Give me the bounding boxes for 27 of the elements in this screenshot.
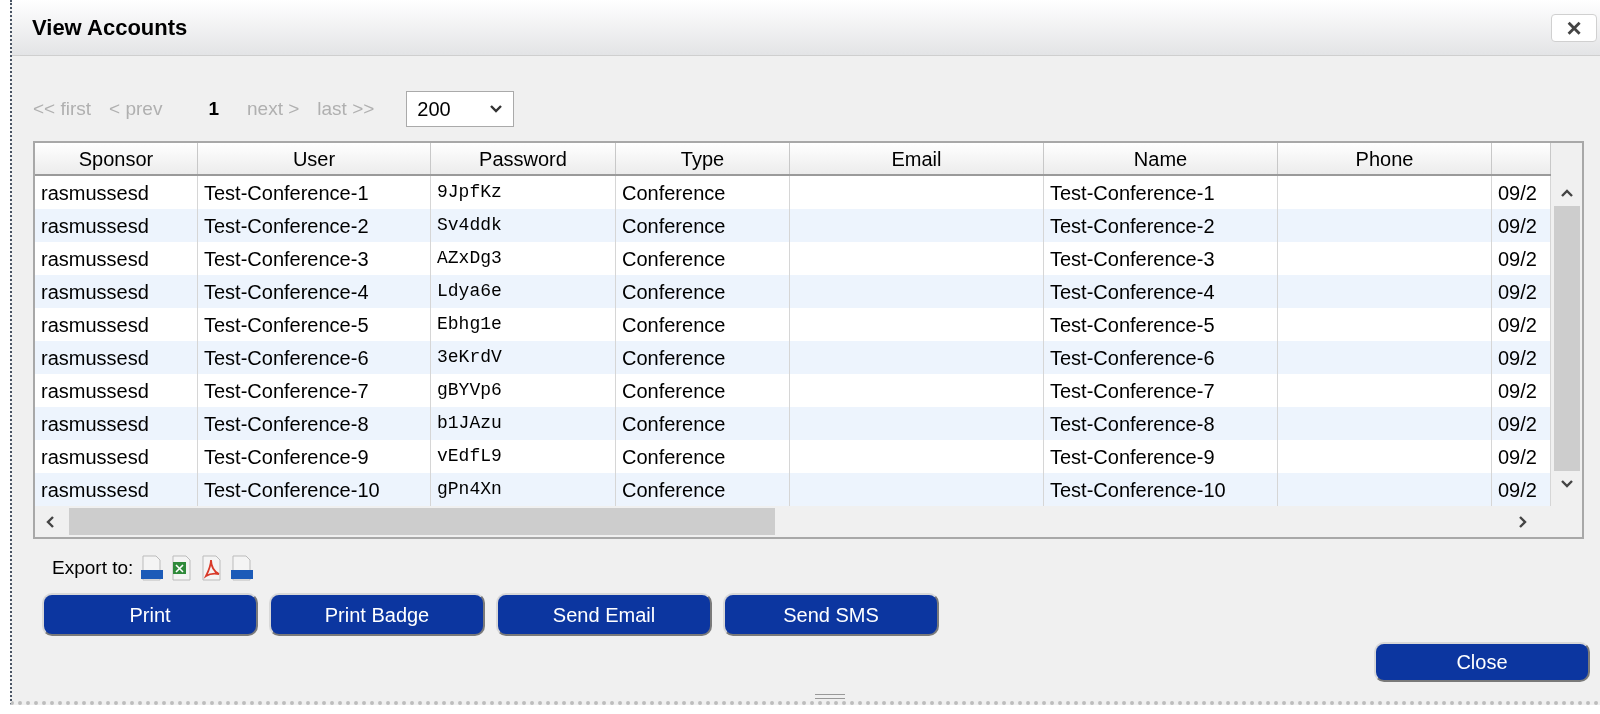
column-header[interactable]: Email — [790, 143, 1044, 174]
window-title: View Accounts — [32, 14, 188, 42]
column-header[interactable]: Password — [431, 143, 616, 174]
action-button[interactable]: Send SMS — [723, 593, 939, 636]
action-button[interactable]: Print — [42, 593, 258, 636]
export-label: Export to: — [52, 555, 134, 580]
action-button[interactable]: Send Email — [496, 593, 712, 636]
scroll-left-icon[interactable] — [45, 514, 55, 529]
column-header[interactable]: Type — [616, 143, 790, 174]
scroll-up-icon[interactable] — [1559, 188, 1574, 198]
column-header[interactable]: Name — [1044, 143, 1278, 174]
page-size-dropdown[interactable]: 200 — [406, 91, 515, 127]
current-page: 1 — [208, 96, 219, 121]
close-button[interactable]: Close — [1374, 642, 1590, 682]
resize-handle-icon[interactable] — [815, 694, 845, 699]
scrollbar-thumb[interactable] — [69, 508, 775, 535]
scroll-down-icon[interactable] — [1559, 479, 1574, 489]
scroll-right-icon[interactable] — [1518, 514, 1528, 529]
close-button[interactable]: × — [1551, 13, 1597, 42]
column-header[interactable]: Sponsor — [35, 143, 198, 174]
file-icon[interactable] — [229, 554, 256, 582]
column-header[interactable]: Phone — [1278, 143, 1492, 174]
caret-icon — [489, 104, 504, 114]
column-header[interactable]: User — [198, 143, 431, 174]
file-icon[interactable] — [139, 554, 166, 582]
action-button[interactable]: Print Badge — [269, 593, 485, 636]
scrollbar-thumb[interactable] — [1553, 206, 1580, 471]
